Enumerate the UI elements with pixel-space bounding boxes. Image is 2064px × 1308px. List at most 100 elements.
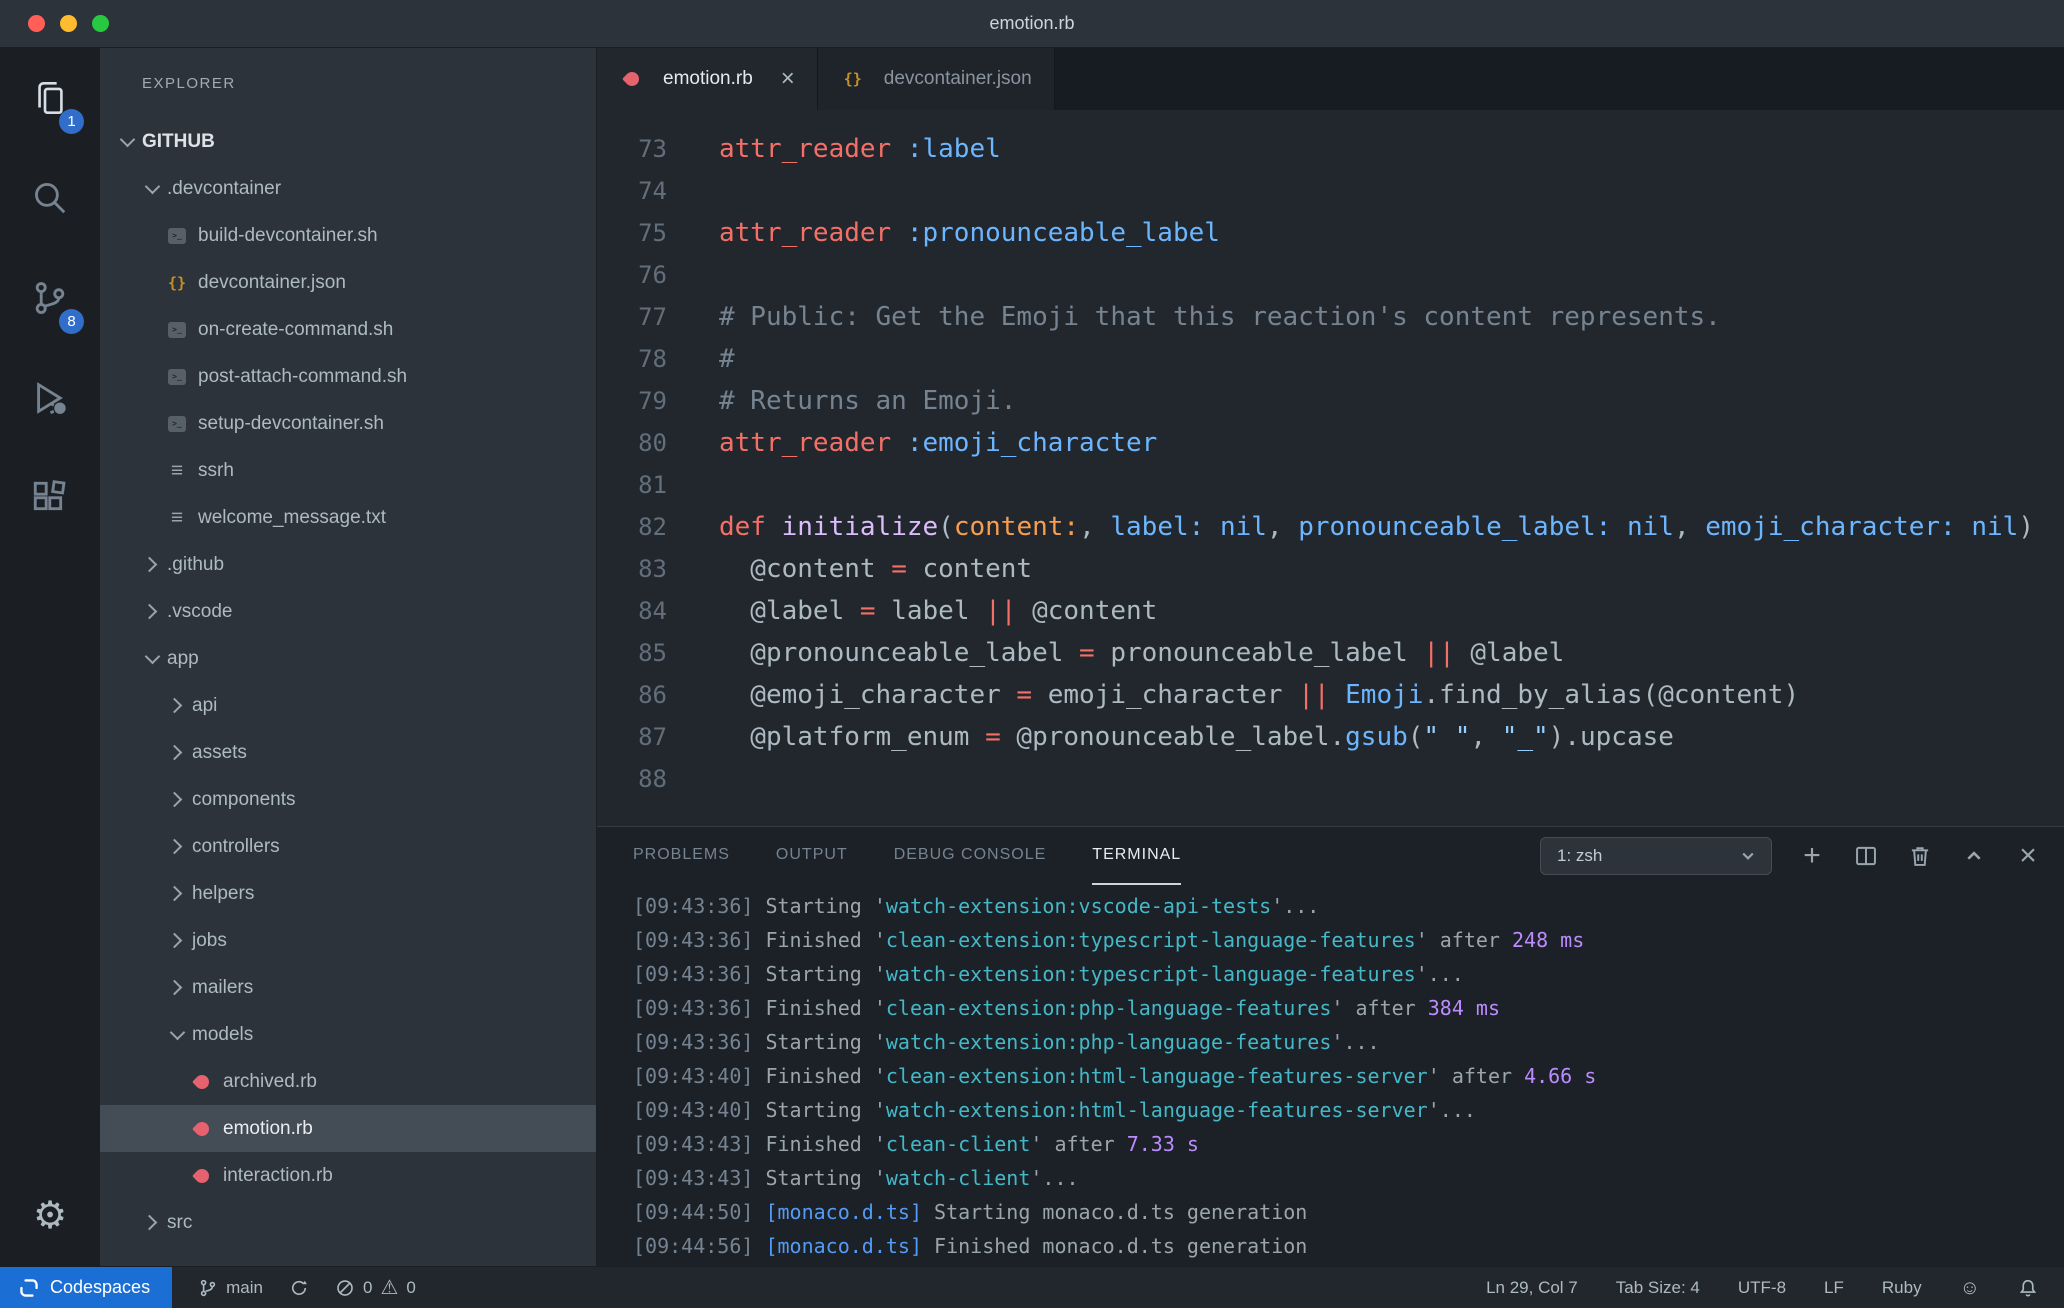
- tree-item-label: interaction.rb: [223, 1164, 333, 1186]
- tree-item[interactable]: src: [100, 1199, 596, 1246]
- tree-item[interactable]: setup-devcontainer.sh: [100, 400, 596, 447]
- editor-tab[interactable]: emotion.rb ×: [597, 48, 818, 110]
- line-number: 75: [638, 219, 667, 247]
- problems-indicator[interactable]: 0 ⚠ 0: [335, 1278, 416, 1298]
- git-branch-icon: [200, 1279, 216, 1296]
- editor-tab[interactable]: devcontainer.json: [817, 48, 1055, 110]
- zoom-window-button[interactable]: [92, 15, 109, 32]
- tree-item[interactable]: assets: [100, 729, 596, 776]
- tree-item[interactable]: jobs: [100, 917, 596, 964]
- code-line: 80 attr_reader :emoji_character: [597, 422, 2064, 464]
- tree-item[interactable]: welcome_message.txt: [100, 494, 596, 541]
- code-line: 77 # Public: Get the Emoji that this rea…: [597, 296, 2064, 338]
- panel-header: PROBLEMS OUTPUT DEBUG CONSOLE TERMINAL 1…: [597, 827, 2064, 885]
- branch-label: main: [226, 1277, 263, 1297]
- minimize-window-button[interactable]: [60, 15, 77, 32]
- panel-tab[interactable]: OUTPUT: [776, 827, 848, 885]
- tree-item-label: build-devcontainer.sh: [198, 224, 378, 246]
- line-number: 86: [638, 681, 667, 709]
- chevron-icon: [164, 975, 190, 1001]
- tree-item[interactable]: .vscode: [100, 588, 596, 635]
- line-number: 88: [638, 765, 667, 793]
- terminal-shell-select[interactable]: 1: zsh: [1540, 837, 1772, 875]
- code-text: #: [719, 344, 735, 374]
- panel-tab[interactable]: DEBUG CONSOLE: [894, 827, 1047, 885]
- tree-item[interactable]: ssrh: [100, 447, 596, 494]
- branch-indicator[interactable]: main: [198, 1278, 263, 1298]
- line-number: 82: [638, 513, 667, 541]
- chevron-icon: [139, 646, 165, 672]
- tree-item[interactable]: mailers: [100, 964, 596, 1011]
- tree-item-label: setup-devcontainer.sh: [198, 412, 384, 434]
- code-line: 85 @pronounceable_label = pronounceable_…: [597, 632, 2064, 674]
- tree-item[interactable]: post-attach-command.sh: [100, 353, 596, 400]
- line-number: 73: [638, 135, 667, 163]
- file-type-icon: [189, 1163, 215, 1189]
- explorer-view-button[interactable]: 1: [0, 48, 100, 148]
- chevron-icon: [139, 1210, 165, 1236]
- status-item[interactable]: LF: [1824, 1278, 1844, 1298]
- tree-item[interactable]: GITHUB: [100, 118, 596, 165]
- status-item[interactable]: UTF-8: [1738, 1278, 1786, 1298]
- file-type-icon: [164, 223, 190, 249]
- code-line: 74: [597, 170, 2064, 212]
- code-text: attr_reader :label: [719, 134, 1001, 164]
- tree-item-label: .devcontainer: [167, 177, 282, 199]
- chevron-icon: [164, 881, 190, 907]
- status-item[interactable]: Tab Size: 4: [1616, 1278, 1700, 1298]
- codespaces-remote-indicator[interactable]: Codespaces: [0, 1267, 173, 1308]
- editor-group: emotion.rb × devcontainer.json 73 attr_r…: [597, 48, 2064, 1266]
- terminal-line: [09:43:43] Finished 'clean-client' after…: [633, 1127, 2064, 1161]
- terminal-text: [09:43:43] Finished 'clean-client' after…: [633, 1132, 1199, 1156]
- chevron-up-icon: [1967, 851, 1981, 860]
- tree-item[interactable]: emotion.rb: [100, 1105, 596, 1152]
- panel-tab[interactable]: TERMINAL: [1092, 827, 1182, 885]
- extensions-view-button[interactable]: [0, 448, 100, 548]
- code-editor[interactable]: 73 attr_reader :label 74 75 attr_reader …: [597, 110, 2064, 826]
- code-text: @pronounceable_label = pronounceable_lab…: [719, 638, 1565, 668]
- panel-tab[interactable]: PROBLEMS: [633, 827, 730, 885]
- status-item[interactable]: Ln 29, Col 7: [1486, 1278, 1578, 1298]
- search-view-button[interactable]: [0, 148, 100, 248]
- new-terminal-button[interactable]: +: [1798, 841, 1826, 871]
- tree-item[interactable]: controllers: [100, 823, 596, 870]
- tweet-feedback-button[interactable]: ☺: [1960, 1278, 1980, 1298]
- tree-item-label: post-attach-command.sh: [198, 365, 408, 387]
- notifications-button[interactable]: [2018, 1278, 2038, 1298]
- close-panel-button[interactable]: ×: [2014, 841, 2042, 871]
- close-window-button[interactable]: [28, 15, 45, 32]
- tab-close-button[interactable]: ×: [781, 67, 795, 91]
- settings-button[interactable]: ⚙: [0, 1166, 100, 1266]
- tree-item[interactable]: on-create-command.sh: [100, 306, 596, 353]
- chevron-icon: [139, 176, 165, 202]
- tree-item-label: api: [192, 694, 218, 716]
- code-line: 73 attr_reader :label: [597, 128, 2064, 170]
- tree-item[interactable]: interaction.rb: [100, 1152, 596, 1199]
- terminal-output[interactable]: [09:43:36] Starting 'watch-extension:vsc…: [597, 885, 2064, 1266]
- tree-item[interactable]: helpers: [100, 870, 596, 917]
- errors-icon: [337, 1279, 353, 1296]
- code-text: # Returns an Emoji.: [719, 386, 1017, 416]
- chevron-icon: [114, 129, 140, 155]
- tree-item[interactable]: api: [100, 682, 596, 729]
- split-terminal-button[interactable]: [1852, 842, 1880, 870]
- tree-item[interactable]: .github: [100, 541, 596, 588]
- tree-item[interactable]: .devcontainer: [100, 165, 596, 212]
- run-debug-view-button[interactable]: [0, 348, 100, 448]
- sync-changes-button[interactable]: [289, 1278, 309, 1298]
- terminal-line: [09:43:36] Starting 'watch-extension:php…: [633, 1025, 2064, 1059]
- tree-item[interactable]: app: [100, 635, 596, 682]
- tree-item[interactable]: build-devcontainer.sh: [100, 212, 596, 259]
- status-item-label: Ruby: [1881, 1277, 1922, 1297]
- terminal-line: [09:43:36] Finished 'clean-extension:php…: [633, 991, 2064, 1025]
- panel-tab-label: DEBUG CONSOLE: [893, 846, 1047, 863]
- tree-item-label: app: [167, 647, 199, 669]
- tree-item[interactable]: devcontainer.json: [100, 259, 596, 306]
- source-control-view-button[interactable]: 8: [0, 248, 100, 348]
- tree-item[interactable]: archived.rb: [100, 1058, 596, 1105]
- tree-item[interactable]: models: [100, 1011, 596, 1058]
- kill-terminal-button[interactable]: [1906, 842, 1934, 870]
- status-item[interactable]: Ruby: [1882, 1278, 1922, 1298]
- tree-item[interactable]: components: [100, 776, 596, 823]
- maximize-panel-button[interactable]: [1960, 842, 1988, 870]
